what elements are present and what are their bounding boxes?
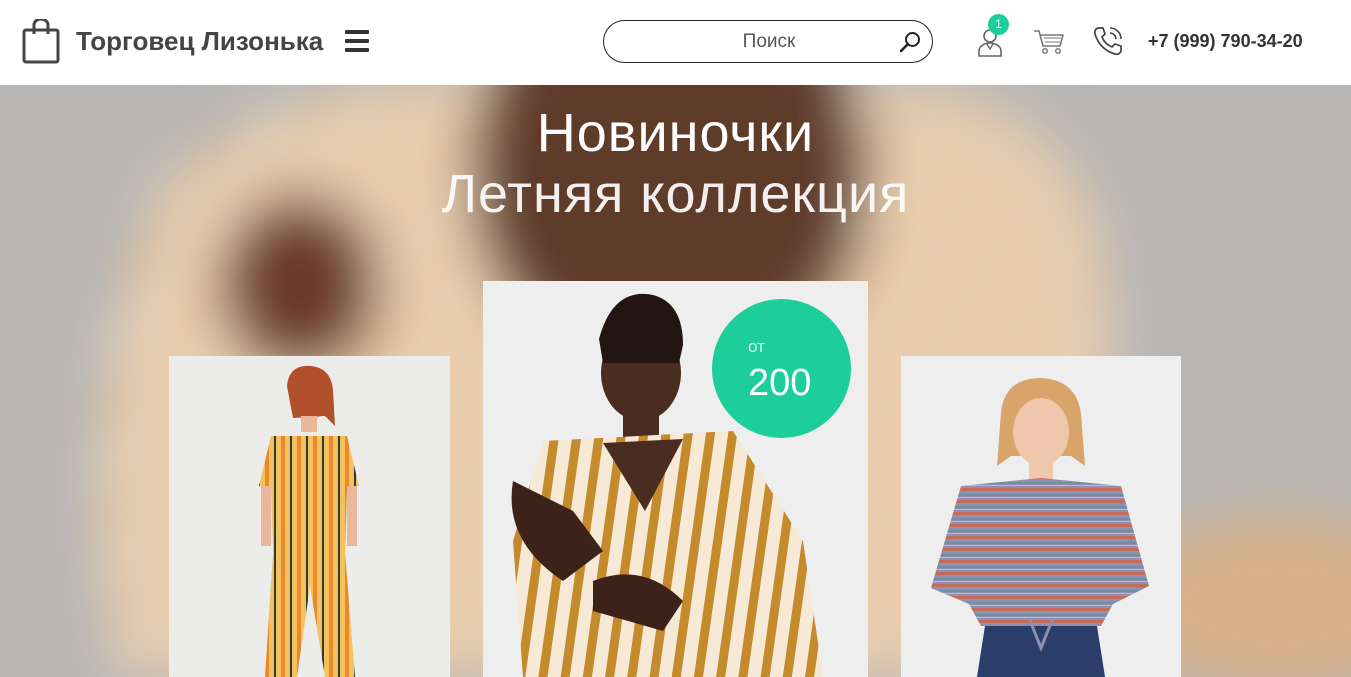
search-box	[603, 20, 933, 63]
cart-icon[interactable]	[1033, 26, 1065, 56]
hamburger-menu-icon[interactable]	[345, 30, 369, 52]
hero-banner: Новиночки Летняя коллекция от 200	[0, 85, 1351, 677]
site-header: Торговец Лизонька 1 +7 (999) 790-34-20	[0, 0, 1351, 85]
account-badge: 1	[988, 14, 1009, 35]
brand-name[interactable]: Торговец Лизонька	[76, 25, 323, 57]
price-prefix: от	[748, 337, 765, 356]
product-photo-right	[901, 356, 1181, 677]
price-badge: от 200	[712, 299, 851, 438]
search-input[interactable]	[624, 21, 914, 62]
shopping-bag-icon[interactable]	[22, 19, 60, 64]
price-value: 200	[748, 362, 812, 404]
phone-number[interactable]: +7 (999) 790-34-20	[1148, 29, 1303, 53]
product-photo-left	[169, 356, 450, 677]
search-icon[interactable]	[898, 30, 922, 54]
product-card-right[interactable]	[901, 356, 1181, 677]
hero-subtitle: Летняя коллекция	[441, 164, 910, 224]
phone-icon[interactable]	[1092, 25, 1124, 57]
product-card-left[interactable]	[169, 356, 450, 677]
hero-title: Новиночки	[536, 103, 815, 163]
